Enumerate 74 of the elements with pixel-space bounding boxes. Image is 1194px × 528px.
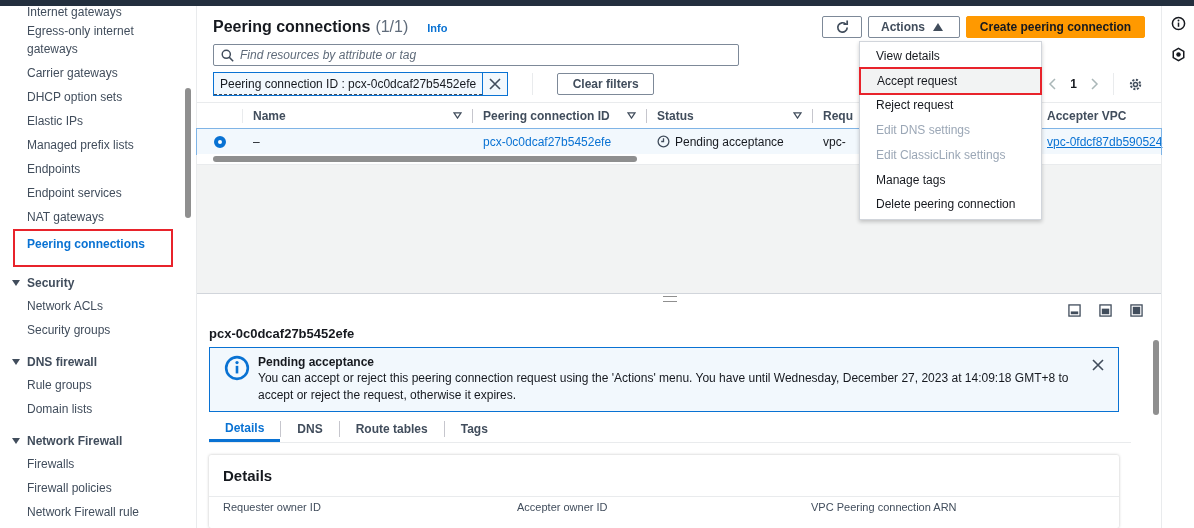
close-icon[interactable]: [1092, 359, 1104, 371]
sidebar-item[interactable]: Rule groups: [11, 373, 184, 397]
page-number[interactable]: 1: [1070, 77, 1077, 91]
alert-message: You can accept or reject this peering connection request using the 'Actions' menu. You have until Wednesday, December 27, 2023 at 14:09:18 GMT+8 to accept or reject the request, otherwise it expires.: [258, 370, 1070, 404]
status-text: Pending acceptance: [675, 134, 784, 149]
menu-item[interactable]: View details: [860, 44, 1041, 69]
peering-id-link[interactable]: pcx-0c0dcaf27b5452efe: [483, 134, 612, 149]
column-header[interactable]: Peering connection ID: [483, 108, 610, 123]
sidebar-item[interactable]: Carrier gateways: [11, 61, 184, 85]
caret-icon[interactable]: [11, 278, 21, 288]
table-cell: vpc-: [823, 134, 846, 149]
sidebar-item[interactable]: Egress-only internet gateways: [11, 19, 184, 61]
column-header[interactable]: Requ: [823, 108, 853, 123]
sort-icon[interactable]: [627, 112, 636, 119]
refresh-button[interactable]: [822, 16, 862, 38]
caret-icon[interactable]: [11, 436, 21, 446]
field-label: Accepter owner ID: [517, 501, 609, 513]
sidebar-section-title[interactable]: Security: [27, 276, 75, 290]
detail-title: pcx-0c0dcaf27b5452efe: [209, 326, 356, 341]
panel-title: Details: [209, 455, 1119, 497]
radio-button[interactable]: [214, 135, 226, 148]
sidebar-item[interactable]: Domain lists: [11, 397, 184, 421]
sidebar-item[interactable]: Security groups: [11, 318, 184, 342]
refresh-icon: [834, 19, 850, 35]
menu-item[interactable]: Reject request: [860, 93, 1041, 119]
sidebar-item[interactable]: Managed prefix lists: [11, 133, 184, 157]
info-link[interactable]: Info: [427, 22, 448, 34]
sidebar-section-title[interactable]: DNS firewall: [27, 355, 98, 369]
table-cell: –: [253, 134, 260, 149]
vpc-link[interactable]: vpc-0fdcf87db590524: [1047, 134, 1163, 149]
sidebar-item[interactable]: Network Firewall rule: [11, 500, 184, 524]
layout-icon[interactable]: [1068, 304, 1081, 317]
info-icon[interactable]: [1170, 16, 1186, 31]
create-button[interactable]: Create peering connection: [966, 16, 1145, 38]
settings-icon[interactable]: [1128, 76, 1143, 92]
sidebar-item[interactable]: Endpoints: [11, 157, 184, 181]
tab[interactable]: Route tables: [339, 416, 444, 442]
item-count: (1/1): [375, 18, 409, 36]
menu-item[interactable]: Manage tags: [860, 167, 1041, 193]
search-field[interactable]: Find resources by attribute or tag: [213, 44, 739, 66]
filter-token[interactable]: Peering connection ID : pcx-0c0dcaf27b5452efe: [213, 72, 509, 96]
sidebar-item[interactable]: DHCP option sets: [11, 85, 184, 109]
caret-icon[interactable]: [11, 357, 21, 367]
clear-filters-button[interactable]: Clear filters: [557, 73, 655, 95]
info-icon: [224, 355, 250, 381]
column-header[interactable]: Accepter VPC: [1047, 108, 1127, 123]
column-header[interactable]: Name: [253, 108, 286, 123]
sort-icon[interactable]: [453, 112, 462, 119]
hexagon-icon[interactable]: [1170, 47, 1186, 62]
sidebar-item[interactable]: Peering connections: [15, 231, 171, 265]
sidebar-item[interactable]: Firewalls: [11, 452, 184, 476]
clock-icon: [657, 135, 670, 148]
alert-title: Pending acceptance: [258, 355, 376, 369]
sidebar-item[interactable]: Firewall policies: [11, 476, 184, 500]
sidebar-item[interactable]: NAT gateways: [11, 205, 184, 229]
sidebar-item[interactable]: Network ACLs: [11, 294, 184, 318]
sort-icon[interactable]: [793, 112, 802, 119]
page-title: Peering connections: [213, 18, 371, 36]
layout-icon[interactable]: [1130, 304, 1143, 317]
tab[interactable]: Tags: [444, 416, 504, 442]
sidebar-item[interactable]: Internet gateways: [11, 6, 184, 19]
actions-button[interactable]: Actions: [868, 16, 960, 38]
sidebar-item[interactable]: Elastic IPs: [11, 109, 184, 133]
tab[interactable]: DNS: [281, 416, 339, 442]
resize-handle[interactable]: [663, 296, 677, 302]
sidebar-item[interactable]: Endpoint services: [11, 181, 184, 205]
layout-icon[interactable]: [1099, 304, 1112, 317]
column-header[interactable]: Status: [657, 108, 694, 123]
sidebar-section-title[interactable]: Network Firewall: [27, 434, 123, 448]
menu-item[interactable]: Delete peering connection: [860, 192, 1041, 217]
tab[interactable]: Details: [209, 416, 281, 442]
menu-item[interactable]: Accept request: [861, 68, 1040, 94]
field-label: VPC Peering connection ARN: [811, 501, 958, 513]
field-label: Requester owner ID: [223, 501, 322, 513]
